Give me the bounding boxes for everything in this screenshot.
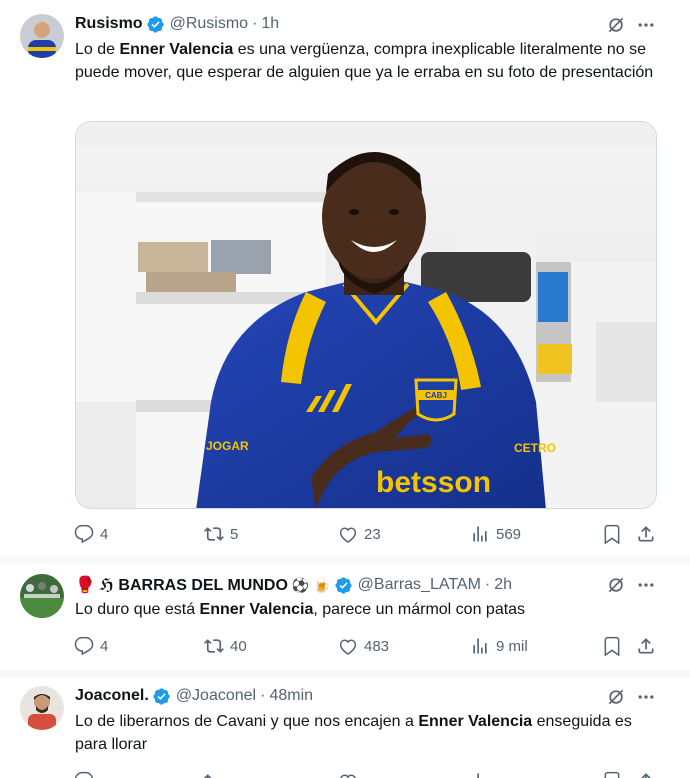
- bookmark-icon: [604, 524, 620, 544]
- reply-button[interactable]: 4: [74, 523, 108, 545]
- like-icon: [339, 527, 357, 543]
- timestamp[interactable]: 2h: [494, 576, 512, 594]
- tweet-photo[interactable]: CABJ betsson JOGAR CETRO: [75, 121, 657, 509]
- highlight-term: Enner Valencia: [418, 713, 533, 730]
- views-count: 9 mil: [496, 637, 528, 655]
- tweet-text: Lo duro que está Enner Valencia, parece …: [75, 598, 655, 621]
- like-icon: [340, 774, 356, 778]
- like-icon: [339, 639, 357, 655]
- display-name[interactable]: 🥊 ℌ BARRAS DEL MUNDO: [75, 575, 288, 595]
- share-icon: [638, 638, 654, 654]
- tweet-header: Rusismo @Rusismo · 1h: [75, 13, 279, 35]
- bookmark-button[interactable]: [602, 523, 622, 545]
- tweet-actions: 4 5 23 569: [72, 523, 662, 545]
- views-button[interactable]: 9 mil: [470, 635, 528, 657]
- more-icon[interactable]: [636, 575, 656, 595]
- views-button[interactable]: [470, 770, 496, 778]
- share-button[interactable]: [636, 635, 656, 657]
- avatar[interactable]: [20, 14, 64, 58]
- text-segment: Lo duro que está: [75, 601, 200, 618]
- like-button[interactable]: [338, 770, 364, 778]
- reply-icon: [74, 771, 94, 778]
- display-name[interactable]: Rusismo: [75, 15, 143, 33]
- retweet-button[interactable]: 40: [204, 635, 247, 657]
- display-name[interactable]: Joaconel.: [75, 687, 149, 705]
- tweet-rusismo[interactable]: Rusismo @Rusismo · 1h Lo de Enner Valenc…: [0, 0, 690, 558]
- like-button[interactable]: 483: [338, 635, 389, 657]
- name-emojis: ⚽ 🍺: [291, 576, 331, 593]
- retweet-icon: [204, 639, 224, 653]
- verified-badge-icon: [153, 687, 170, 705]
- timestamp[interactable]: 48min: [269, 687, 313, 705]
- thread-separator: [0, 556, 690, 564]
- retweet-button[interactable]: 5: [204, 523, 238, 545]
- reply-count: 4: [100, 525, 109, 543]
- highlight-term: Enner Valencia: [119, 41, 234, 58]
- thread-separator: [0, 670, 690, 678]
- jersey-badge-text: CABJ: [425, 391, 447, 400]
- verified-badge-icon: [146, 15, 164, 33]
- text-segment: Lo de liberarnos de Cavani y que nos enc…: [75, 713, 419, 730]
- tweet-actions: [72, 770, 662, 778]
- views-button[interactable]: 569: [470, 523, 521, 545]
- grok-icon[interactable]: [606, 687, 626, 707]
- retweet-icon: [204, 527, 224, 541]
- separator-dot: ·: [260, 687, 266, 704]
- like-count: 23: [364, 525, 381, 543]
- handle[interactable]: @Joaconel: [176, 687, 256, 705]
- grok-icon[interactable]: [606, 15, 626, 35]
- views-icon: [477, 773, 479, 778]
- verified-badge-icon: [335, 576, 352, 594]
- tweet-header: Joaconel. @Joaconel · 48min: [75, 685, 313, 707]
- highlight-term: Enner Valencia: [199, 601, 314, 618]
- tweet-text: Lo de Enner Valencia es una vergüenza, c…: [75, 38, 655, 84]
- tweet-header: 🥊 ℌ BARRAS DEL MUNDO ⚽ 🍺 @Barras_LATAM ·…: [75, 574, 512, 596]
- share-icon: [641, 773, 651, 778]
- views-icon: [473, 638, 487, 654]
- avatar[interactable]: [20, 574, 64, 618]
- tweet-actions: 4 40 483 9 mil: [72, 635, 662, 657]
- handle[interactable]: @Rusismo: [170, 15, 248, 33]
- like-button[interactable]: 23: [338, 523, 381, 545]
- bookmark-icon: [604, 636, 620, 656]
- tweet-text: Lo de liberarnos de Cavani y que nos enc…: [75, 710, 655, 756]
- bookmark-button[interactable]: [602, 635, 622, 657]
- reply-count: 4: [100, 637, 109, 655]
- timestamp[interactable]: 1h: [261, 15, 279, 33]
- share-button[interactable]: [636, 770, 656, 778]
- retweet-count: 5: [230, 525, 239, 543]
- reply-icon: [74, 524, 94, 544]
- jersey-left-sleeve-text: JOGAR: [206, 439, 249, 453]
- like-count: 483: [364, 637, 390, 655]
- separator-dot: ·: [484, 576, 491, 593]
- bookmark-button[interactable]: [602, 770, 622, 778]
- text-segment: , parece un mármol con patas: [313, 601, 526, 618]
- retweet-count: 40: [230, 637, 247, 655]
- reply-icon: [74, 636, 94, 656]
- grok-icon[interactable]: [606, 575, 626, 595]
- retweet-icon: [204, 774, 212, 778]
- views-count: 569: [496, 525, 522, 543]
- tweet-joaconel[interactable]: Joaconel. @Joaconel · 48min Lo de libera…: [0, 678, 690, 778]
- retweet-button[interactable]: [204, 770, 230, 778]
- handle[interactable]: @Barras_LATAM: [358, 576, 481, 594]
- avatar[interactable]: [20, 686, 64, 730]
- text-segment: Lo de: [75, 41, 120, 58]
- share-button[interactable]: [636, 523, 656, 545]
- tweet-barras-del-mundo[interactable]: 🥊 ℌ BARRAS DEL MUNDO ⚽ 🍺 @Barras_LATAM ·…: [0, 564, 690, 672]
- jersey-right-sleeve-text: CETRO: [514, 441, 556, 455]
- reply-button[interactable]: 4: [74, 635, 108, 657]
- more-icon[interactable]: [636, 687, 656, 707]
- share-icon: [638, 526, 654, 542]
- jersey-sponsor-text: betsson: [376, 466, 491, 499]
- separator-dot: ·: [252, 15, 258, 32]
- more-icon[interactable]: [636, 15, 656, 35]
- views-icon: [473, 526, 487, 542]
- reply-button[interactable]: [74, 770, 100, 778]
- bookmark-icon: [604, 771, 620, 778]
